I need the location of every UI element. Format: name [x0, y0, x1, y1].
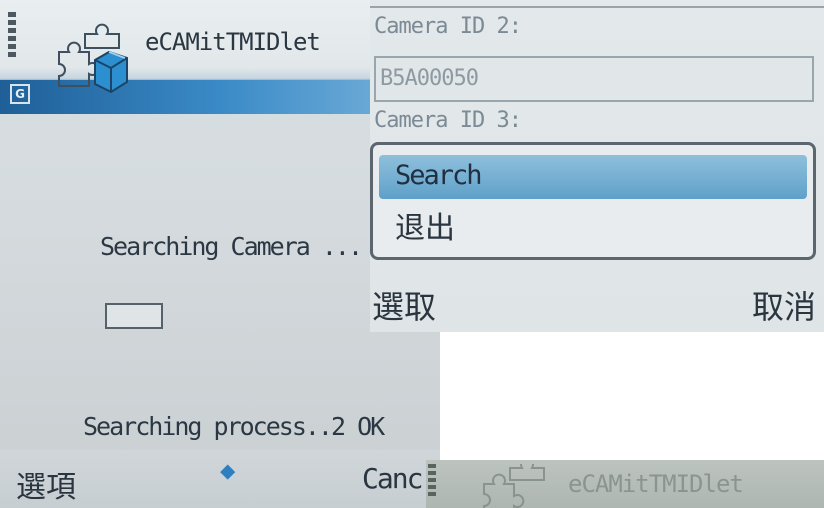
- progress-gauge: [105, 303, 163, 329]
- camera-id-3-label: Camera ID 3:: [374, 108, 521, 132]
- puzzle-app-icon: [483, 464, 545, 508]
- signal-strength-icon: [8, 12, 22, 60]
- status-text: Searching Camera ...: [100, 232, 363, 261]
- right-phone-screen: Camera ID 2: B5A00050 Camera ID 3: Searc…: [370, 0, 824, 332]
- camera-id-2-value: B5A00050: [380, 66, 479, 91]
- camera-id-2-label: Camera ID 2:: [374, 14, 522, 39]
- navigation-arrows-icon[interactable]: ⬥: [220, 461, 235, 483]
- camera-id-2-field[interactable]: B5A00050: [374, 56, 814, 102]
- bottom-phone-strip: eCAMitTMIDlet: [426, 460, 824, 508]
- softkey-cancel[interactable]: Canc: [362, 462, 423, 495]
- previous-field-edge: [370, 0, 824, 8]
- app-title: eCAMitTMIDlet: [568, 470, 744, 498]
- softkey-options[interactable]: 選項: [16, 462, 76, 506]
- menu-item-search[interactable]: Search: [379, 155, 807, 199]
- puzzle-app-icon: [58, 23, 128, 94]
- network-badge: G: [10, 84, 30, 104]
- softkey-select[interactable]: 選取: [372, 282, 436, 328]
- softkey-bar-right: 選取 取消: [370, 280, 824, 332]
- process-text: Searching process..2 OK: [83, 412, 385, 441]
- menu-item-exit[interactable]: 退出: [395, 203, 455, 247]
- app-title: eCAMitTMIDlet: [145, 28, 321, 56]
- softkey-cancel-right[interactable]: 取消: [752, 282, 816, 328]
- menu-item-search-label: Search: [395, 160, 483, 191]
- signal-strength-icon: [428, 464, 442, 499]
- softkey-bar: 選項 ⬥ Canc: [0, 450, 440, 508]
- options-menu: Search 退出: [370, 142, 816, 260]
